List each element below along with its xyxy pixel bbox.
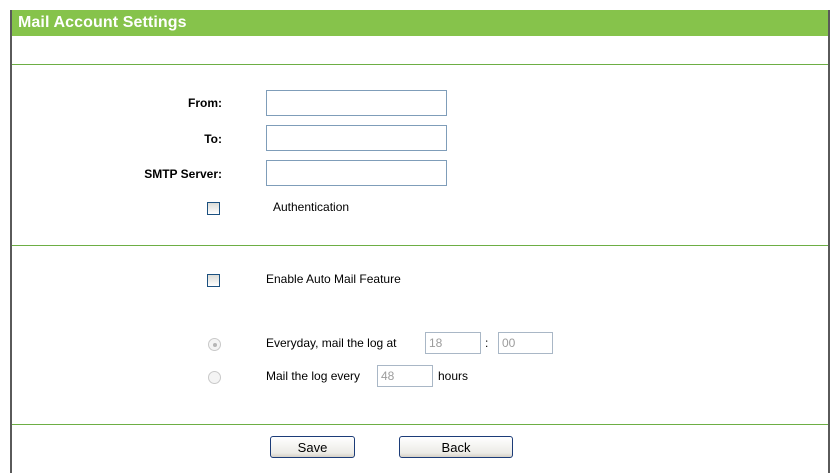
to-field[interactable] [266, 125, 447, 151]
divider [12, 64, 828, 65]
radio-selected-dot [213, 343, 217, 347]
enable-auto-mail-label: Enable Auto Mail Feature [266, 272, 401, 286]
time-separator: : [485, 336, 489, 350]
hours-field[interactable] [377, 365, 433, 387]
back-button[interactable]: Back [399, 436, 513, 458]
title-bar: Mail Account Settings [12, 10, 828, 36]
save-button[interactable]: Save [270, 436, 355, 458]
every-hours-label: Mail the log every [266, 369, 361, 383]
authentication-checkbox[interactable] [207, 202, 220, 215]
every-hours-radio[interactable] [208, 371, 221, 384]
enable-auto-mail-checkbox[interactable] [207, 274, 220, 287]
everyday-radio[interactable] [208, 338, 221, 351]
hour-field[interactable] [425, 332, 481, 354]
everyday-label: Everyday, mail the log at [266, 336, 397, 350]
smtp-server-label: SMTP Server: [144, 167, 222, 181]
minute-field[interactable] [498, 332, 553, 354]
divider [12, 424, 828, 425]
from-label: From: [188, 96, 222, 110]
mail-account-settings-panel: Mail Account Settings From: To: SMTP Ser… [10, 10, 830, 473]
smtp-server-field[interactable] [266, 160, 447, 186]
hours-unit-label: hours [438, 369, 469, 383]
divider [12, 245, 828, 246]
to-label: To: [204, 132, 222, 146]
from-field[interactable] [266, 90, 447, 116]
authentication-label: Authentication [273, 200, 350, 214]
page-title: Mail Account Settings [18, 14, 187, 31]
